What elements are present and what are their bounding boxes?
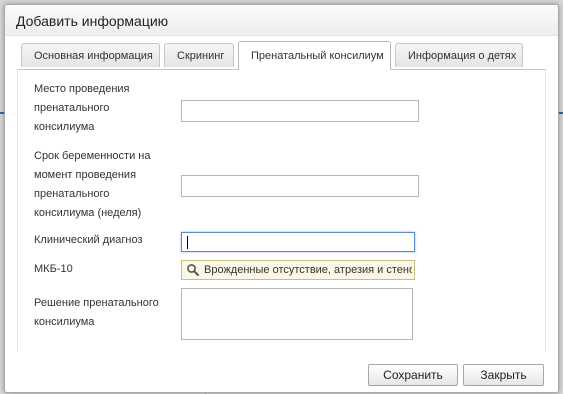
place-label-line: консилиума [34,121,95,133]
tab-prenatal-council[interactable]: Пренатальный консилиум [238,41,391,70]
term-label-line: момент проведения [34,169,137,181]
add-info-dialog: Добавить информацию Основная информация … [4,4,559,393]
dialog-header[interactable]: Добавить информацию [5,5,558,36]
place-label: Место проведения пренатального консилиум… [34,80,130,137]
term-label: Срок беременности на момент проведения п… [34,147,150,223]
text-caret [187,236,188,249]
term-input[interactable] [181,175,419,197]
decision-label-line: консилиума [34,316,95,328]
diagnosis-input[interactable] [181,232,415,252]
place-input[interactable] [181,100,419,122]
decision-textarea[interactable] [181,288,413,340]
tab-bar: Основная информация Скрининг Пренатальны… [17,41,546,70]
term-label-line: Срок беременности на [34,150,151,162]
term-label-line: консилиума (неделя) [34,207,142,219]
search-icon[interactable] [186,263,200,277]
save-button[interactable]: Сохранить [368,364,458,386]
mkb-label: МКБ-10 [34,263,73,275]
decision-label: Решение пренатального консилиума [34,294,159,332]
tab-screening[interactable]: Скрининг [164,43,234,67]
mkb-combo-value: Врожденные отсутствие, атрезия и стеноз [204,264,412,276]
decision-label-line: Решение пренатального [34,297,159,309]
dialog-title: Добавить информацию [16,13,169,29]
close-button[interactable]: Закрыть [463,364,544,386]
tab-basic-info[interactable]: Основная информация [21,43,160,67]
diagnosis-label: Клинический диагноз [34,234,143,246]
place-label-line: пренатального [34,102,110,114]
term-label-line: пренатального [34,188,110,200]
tab-children-info[interactable]: Информация о детях [395,43,523,67]
mkb-combo[interactable]: Врожденные отсутствие, атрезия и стеноз [181,260,415,280]
place-label-line: Место проведения [34,83,130,95]
